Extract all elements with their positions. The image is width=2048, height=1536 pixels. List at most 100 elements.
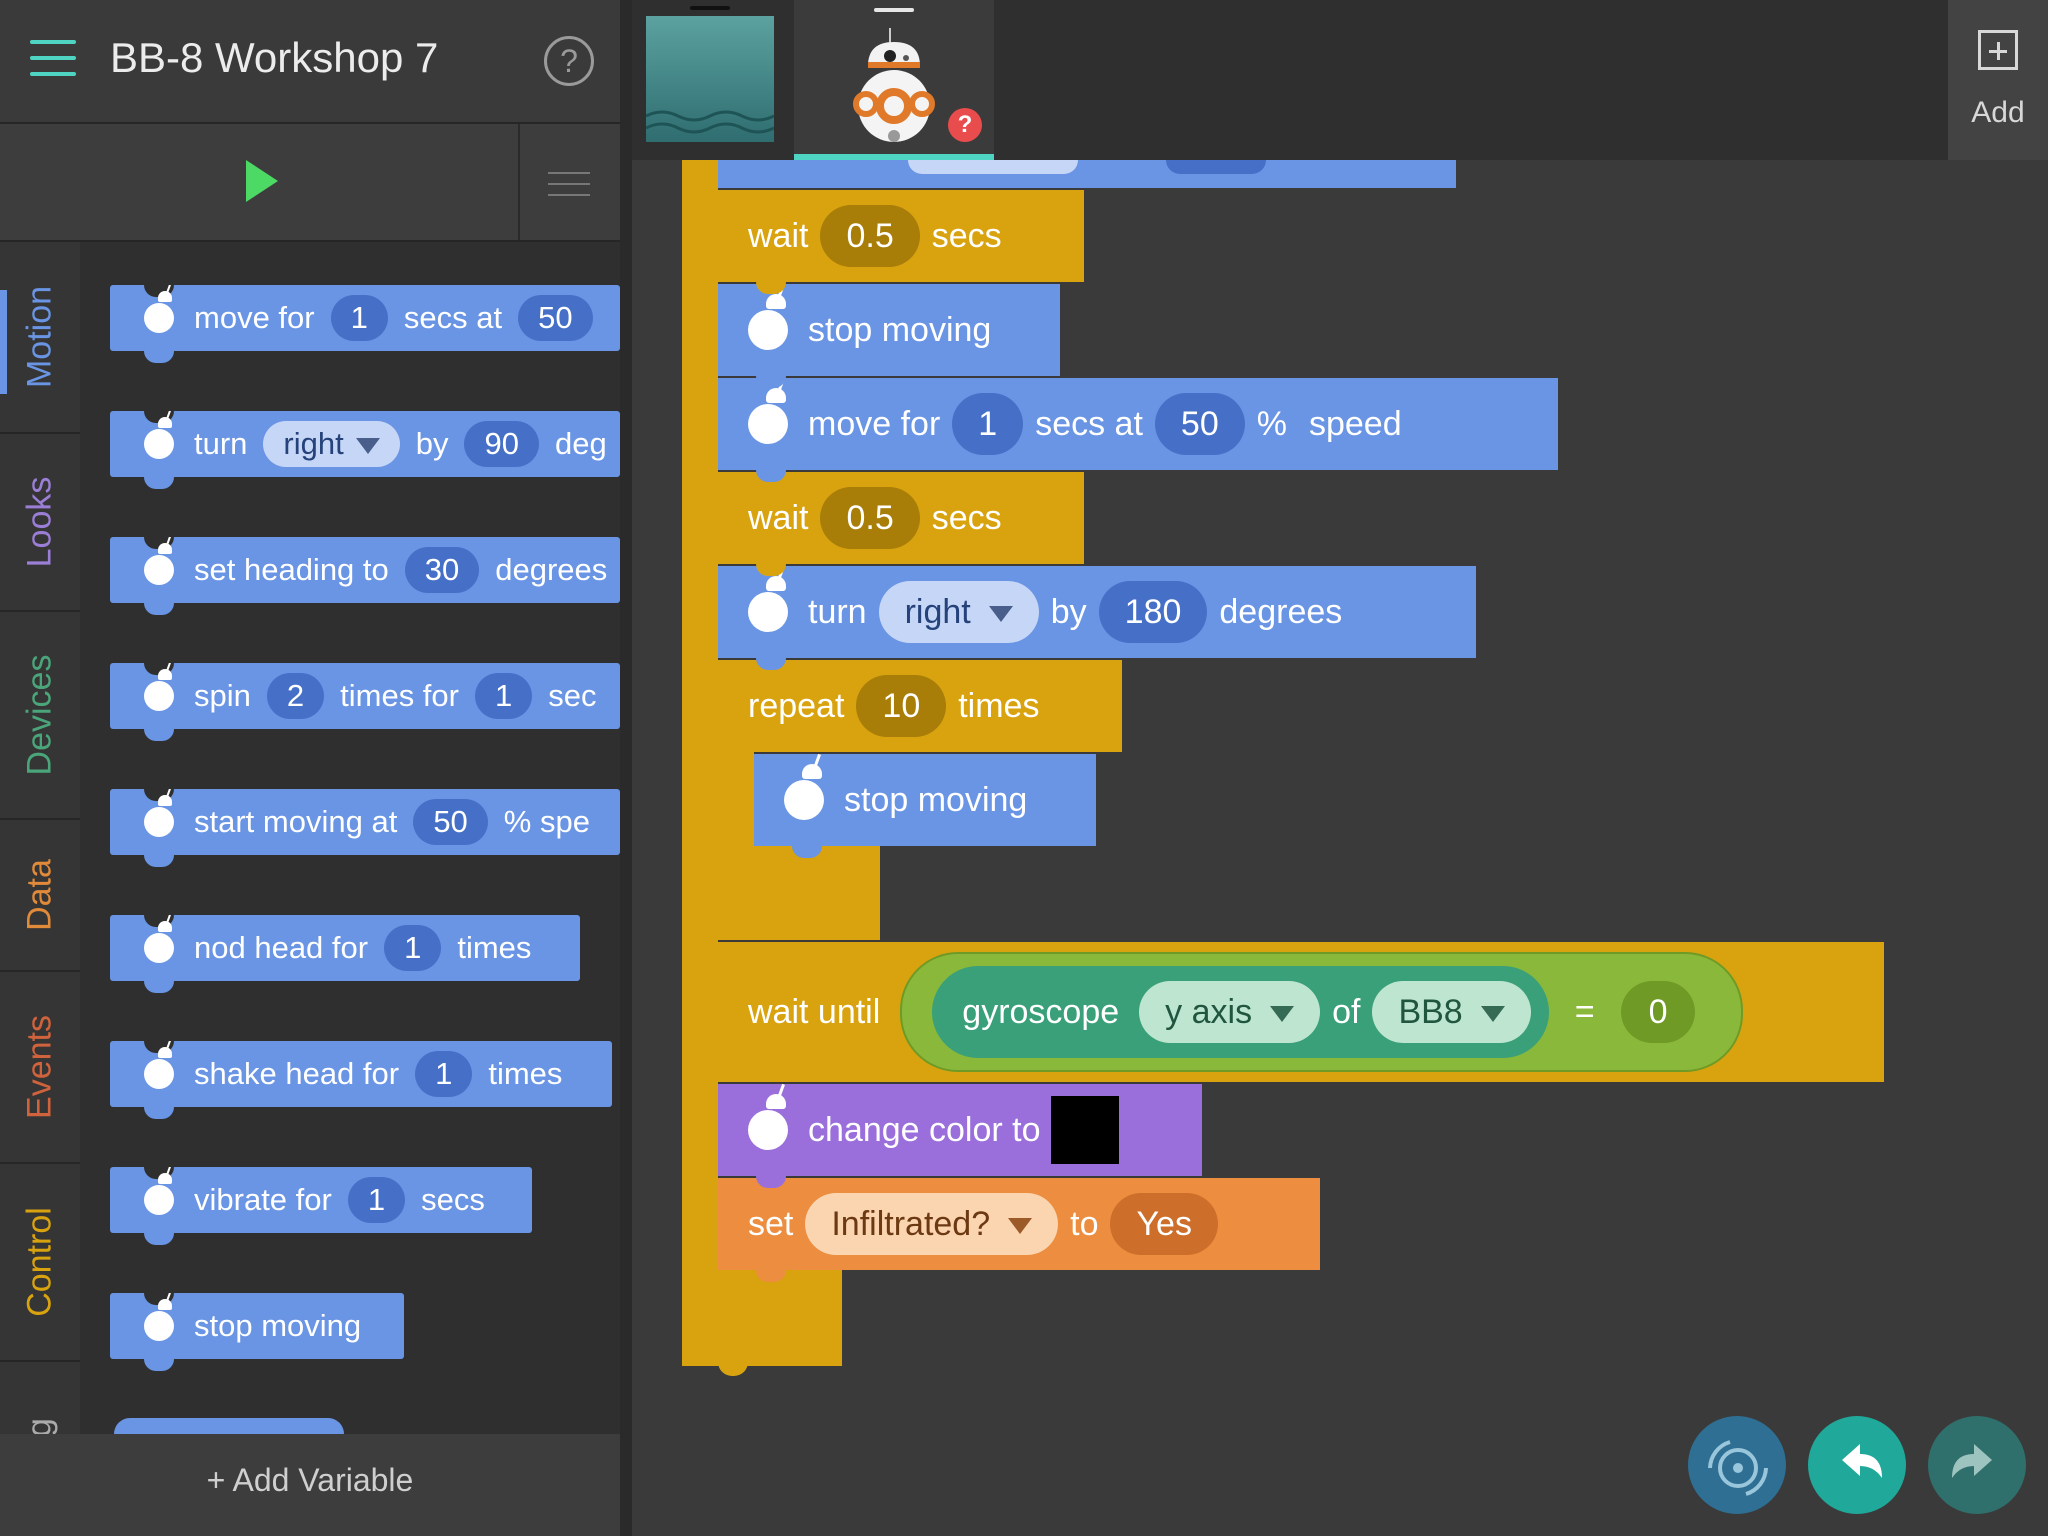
category-tabs: Motion Looks Devices Data Events Control… xyxy=(0,242,80,1456)
gyroscope-reporter[interactable]: gyroscope y axis of BB8 xyxy=(932,966,1549,1058)
stop-moving-block[interactable]: stop moving xyxy=(718,283,1060,376)
program-title[interactable]: BB-8 Workshop 7 xyxy=(110,34,438,82)
palette-start-moving-block[interactable]: start moving at 50 % spe xyxy=(110,789,620,855)
clipped-input[interactable] xyxy=(1166,160,1266,174)
chevron-down-icon xyxy=(988,606,1013,623)
degrees-input[interactable]: 30 xyxy=(404,547,480,593)
palette-turn-block[interactable]: turn right by 90 deg xyxy=(110,411,620,477)
block-label: set heading to xyxy=(194,552,389,587)
palette-partial-block[interactable] xyxy=(114,1418,344,1434)
palette-spin-block[interactable]: spin 2 times for 1 sec xyxy=(110,663,620,729)
color-swatch[interactable] xyxy=(1050,1096,1119,1164)
degrees-input[interactable]: 90 xyxy=(464,421,539,467)
palette-nod-head-block[interactable]: nod head for 1 times xyxy=(110,915,580,981)
tab-data[interactable]: Data xyxy=(0,820,80,972)
repeat-block[interactable]: repeat 10 times xyxy=(718,660,1122,752)
undo-button[interactable] xyxy=(1808,1416,1906,1514)
secs-input[interactable]: 0.5 xyxy=(820,487,920,549)
secs-input[interactable]: 1 xyxy=(347,1177,406,1223)
set-variable-block[interactable]: set Infiltrated? to Yes xyxy=(718,1178,1320,1270)
tab-control[interactable]: Control xyxy=(0,1164,80,1362)
block-label: deg xyxy=(554,426,607,461)
device-dropdown[interactable]: BB8 xyxy=(1372,981,1531,1043)
repeat-count-input[interactable]: 10 xyxy=(856,675,947,737)
block-label: secs xyxy=(421,1182,485,1217)
chevron-down-icon xyxy=(1480,1006,1505,1023)
add-sprite-button[interactable] xyxy=(1948,0,2048,160)
tab-indicator xyxy=(874,8,914,12)
speed-input[interactable]: 50 xyxy=(1154,393,1245,455)
wait-block[interactable]: wait 0.5 secs xyxy=(718,190,1084,282)
block-label: move for xyxy=(808,404,941,443)
block-label: spin xyxy=(194,678,251,713)
equals-condition[interactable]: gyroscope y axis of BB8 = 0 xyxy=(900,952,1744,1072)
block-label: gyroscope xyxy=(962,992,1120,1031)
tab-motion[interactable]: Motion xyxy=(0,242,80,434)
active-tab-indicator xyxy=(0,290,7,394)
redo-button[interactable] xyxy=(1928,1416,2026,1514)
toolbar-divider xyxy=(518,124,520,240)
block-label: wait xyxy=(748,498,809,537)
tab-devices[interactable]: Devices xyxy=(0,612,80,820)
wait-block[interactable]: wait 0.5 secs xyxy=(718,472,1084,564)
block-label: stop moving xyxy=(808,310,992,349)
add-sprite-label: Add xyxy=(1971,96,2025,129)
speed-input[interactable]: 50 xyxy=(413,799,488,845)
bb8-icon xyxy=(144,285,174,333)
times-input[interactable]: 1 xyxy=(415,1051,473,1097)
secs-input[interactable]: 1 xyxy=(330,295,388,341)
variable-dropdown[interactable]: Infiltrated? xyxy=(805,1193,1059,1255)
block-connector xyxy=(718,1362,748,1376)
speed-input[interactable]: 50 xyxy=(518,295,593,341)
add-variable-button[interactable]: + Add Variable xyxy=(0,1462,620,1499)
turn-block[interactable]: turn right by 180 degrees xyxy=(718,565,1476,658)
bb8-icon xyxy=(784,753,824,820)
move-for-block[interactable]: move for 1 secs at 50 % speed xyxy=(718,377,1558,470)
list-view-icon[interactable] xyxy=(548,172,590,196)
tab-label: Devices xyxy=(20,654,59,776)
help-icon[interactable]: ? xyxy=(544,36,594,86)
recenter-button[interactable] xyxy=(1688,1416,1786,1514)
change-color-block[interactable]: change color to xyxy=(718,1083,1202,1176)
bb8-icon xyxy=(144,789,174,837)
block-label: nod head for xyxy=(194,930,369,965)
secs-input[interactable]: 1 xyxy=(952,393,1024,455)
palette-vibrate-block[interactable]: vibrate for 1 secs xyxy=(110,1167,532,1233)
variable-value-input[interactable]: Yes xyxy=(1110,1193,1218,1255)
tab-events[interactable]: Events xyxy=(0,972,80,1164)
degrees-input[interactable]: 180 xyxy=(1098,581,1208,643)
block-label: change color to xyxy=(808,1110,1041,1149)
clipped-block[interactable] xyxy=(718,160,1456,188)
times-input[interactable]: 1 xyxy=(384,925,442,971)
stop-moving-block[interactable]: stop moving xyxy=(754,753,1096,846)
palette-move-block[interactable]: move for 1 secs at 50 xyxy=(110,285,620,351)
direction-dropdown[interactable]: right xyxy=(878,581,1039,643)
block-label: to xyxy=(1070,1204,1099,1243)
warning-badge[interactable]: ? xyxy=(948,108,982,142)
axis-dropdown[interactable]: y axis xyxy=(1139,981,1321,1043)
palette-shake-head-block[interactable]: shake head for 1 times xyxy=(110,1041,612,1107)
hamburger-menu-icon[interactable] xyxy=(30,40,78,76)
dropdown-value: right xyxy=(283,426,344,461)
redo-icon xyxy=(1952,1444,1992,1478)
block-label: set xyxy=(748,1204,794,1243)
stage-thumbnail[interactable] xyxy=(645,16,775,142)
tab-looks[interactable]: Looks xyxy=(0,434,80,612)
tab-label: Events xyxy=(20,1015,59,1119)
tab-label: Motion xyxy=(20,285,59,389)
bb8-icon xyxy=(144,1293,174,1341)
clipped-dropdown[interactable] xyxy=(908,160,1078,174)
secs-input[interactable]: 0.5 xyxy=(820,205,920,267)
block-label: vibrate for xyxy=(194,1182,332,1217)
compare-value-input[interactable]: 0 xyxy=(1620,981,1696,1043)
palette-heading-block[interactable]: set heading to 30 degrees xyxy=(110,537,620,603)
secs-input[interactable]: 1 xyxy=(474,673,533,719)
direction-dropdown[interactable]: right xyxy=(263,421,400,467)
palette-stop-moving-block[interactable]: stop moving xyxy=(110,1293,404,1359)
play-icon[interactable] xyxy=(246,160,278,202)
wait-until-block[interactable]: wait until gyroscope y axis of BB8 = 0 xyxy=(718,942,1884,1082)
block-label: speed xyxy=(1308,404,1402,443)
bb8-icon xyxy=(748,1083,788,1150)
block-label: % xyxy=(1256,404,1287,443)
times-input[interactable]: 2 xyxy=(266,673,325,719)
